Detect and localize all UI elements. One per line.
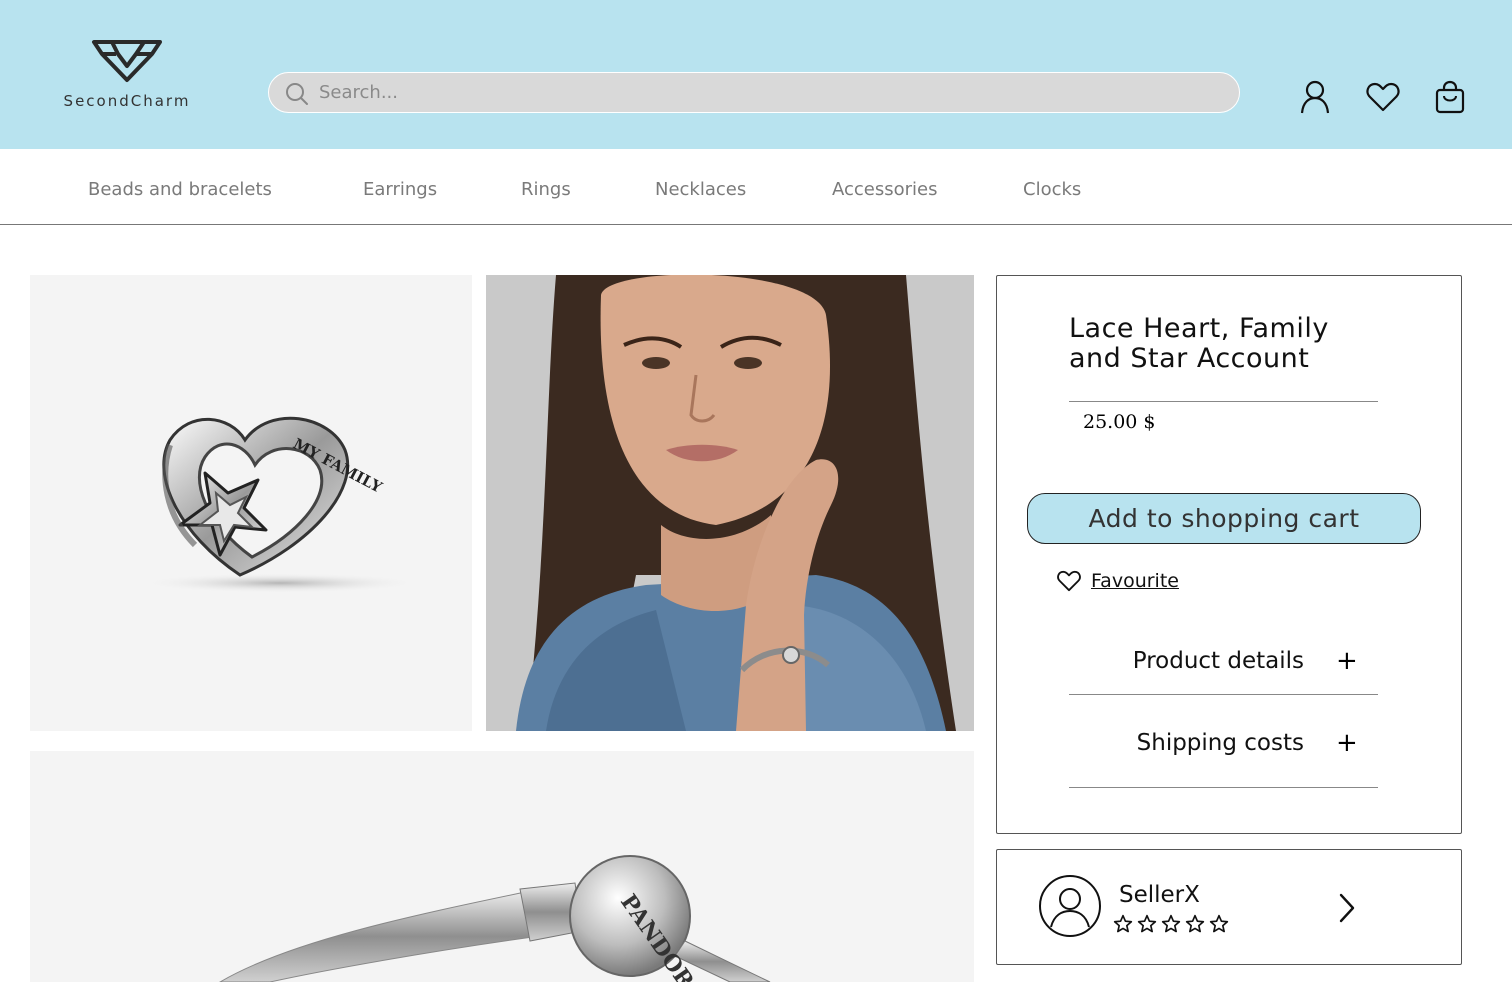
seller-rating xyxy=(1113,914,1229,938)
nav-item-rings[interactable]: Rings xyxy=(521,179,571,200)
product-price: 25.00 $ xyxy=(1083,411,1156,433)
divider xyxy=(1069,401,1378,402)
heart-icon xyxy=(1366,82,1400,112)
product-image-bracelet[interactable]: PANDORA xyxy=(30,751,974,982)
seller-name: SellerX xyxy=(1119,882,1200,908)
model-photo-image xyxy=(486,275,974,731)
add-to-cart-button[interactable]: Add to shopping cart xyxy=(1027,493,1421,544)
seller-card[interactable]: SellerX xyxy=(996,849,1462,965)
chevron-right-icon[interactable] xyxy=(1337,892,1357,924)
accordion-product-details[interactable]: Product details + xyxy=(1069,631,1378,691)
wishlist-button[interactable] xyxy=(1365,78,1401,116)
user-icon xyxy=(1300,80,1330,114)
product-title: Lace Heart, Family and Star Account xyxy=(1069,313,1329,374)
divider xyxy=(1069,787,1378,788)
plus-icon[interactable]: + xyxy=(1336,646,1358,676)
star-icon xyxy=(1137,914,1157,938)
category-nav: Beads and bracelets Earrings Rings Neckl… xyxy=(0,149,1512,225)
heart-icon xyxy=(1057,570,1081,592)
cart-button[interactable] xyxy=(1432,78,1468,116)
bracelet-clasp-image: PANDORA xyxy=(219,855,771,982)
plus-icon[interactable]: + xyxy=(1336,728,1358,758)
product-image-model[interactable] xyxy=(486,275,974,731)
product-image-charm[interactable]: MY FAMILY xyxy=(30,275,472,731)
search-bar[interactable] xyxy=(268,72,1240,113)
avatar-icon xyxy=(1039,875,1101,937)
favourite-label[interactable]: Favourite xyxy=(1091,570,1179,592)
accordion-shipping-costs[interactable]: Shipping costs + xyxy=(1069,713,1378,773)
nav-item-clocks[interactable]: Clocks xyxy=(1023,179,1081,200)
star-icon xyxy=(1113,914,1133,938)
diamond-logo-icon xyxy=(92,40,162,82)
divider xyxy=(1069,694,1378,695)
nav-item-earrings[interactable]: Earrings xyxy=(363,179,437,200)
star-icon xyxy=(1185,914,1205,938)
bag-icon xyxy=(1435,80,1465,114)
accordion-label[interactable]: Shipping costs xyxy=(1137,730,1304,756)
star-icon xyxy=(1161,914,1181,938)
account-button[interactable] xyxy=(1297,78,1333,116)
accordion-label[interactable]: Product details xyxy=(1133,648,1304,674)
nav-item-accessories[interactable]: Accessories xyxy=(832,179,938,200)
heart-charm-image: MY FAMILY xyxy=(140,416,420,593)
brand-logo[interactable]: SecondCharm xyxy=(56,36,198,116)
brand-name: SecondCharm xyxy=(63,92,191,110)
site-header: SecondCharm xyxy=(0,0,1512,149)
star-icon xyxy=(1209,914,1229,938)
nav-item-beads-bracelets[interactable]: Beads and bracelets xyxy=(88,179,272,200)
nav-item-necklaces[interactable]: Necklaces xyxy=(655,179,746,200)
search-input[interactable] xyxy=(319,73,1219,112)
favourite-link[interactable]: Favourite xyxy=(1057,570,1179,592)
search-icon xyxy=(286,83,308,105)
product-info-panel: Lace Heart, Family and Star Account 25.0… xyxy=(996,275,1462,834)
